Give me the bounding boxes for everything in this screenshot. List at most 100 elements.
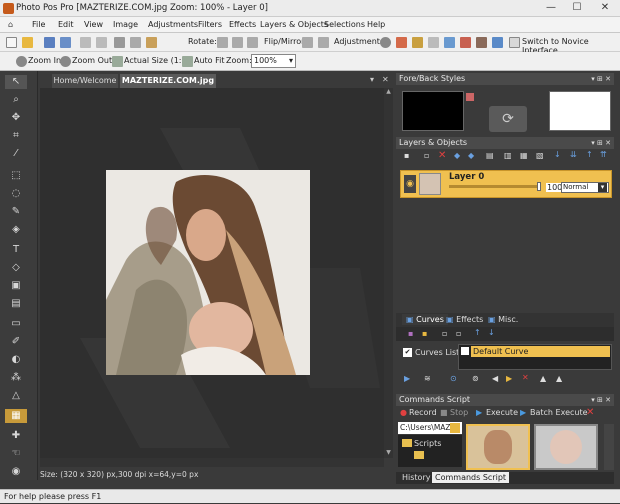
- auto-fit-button[interactable]: Auto Fit: [194, 56, 225, 65]
- gradient-tool-icon[interactable]: ▤: [5, 297, 27, 311]
- shape-tool-icon[interactable]: ◇: [5, 261, 27, 275]
- tab-curves[interactable]: ▣ Curves: [402, 314, 448, 325]
- zoom-out-button[interactable]: Zoom Out: [72, 56, 112, 65]
- layer-properties-icon[interactable]: ▤: [486, 151, 494, 160]
- sharpen-tool-icon[interactable]: △: [5, 389, 27, 403]
- curve-item[interactable]: Default Curve: [471, 346, 610, 357]
- heal-tool-icon[interactable]: ✚: [5, 429, 27, 443]
- hue-icon[interactable]: [460, 37, 471, 48]
- horizontal-scrollbar[interactable]: [40, 458, 384, 467]
- curve-down-icon[interactable]: ↓: [488, 328, 495, 337]
- menu-effects[interactable]: Effects: [229, 20, 256, 29]
- zoom-select[interactable]: 100% ▾: [251, 54, 296, 68]
- menu-filters[interactable]: Filters: [198, 20, 222, 29]
- menu-adjustments[interactable]: Adjustments: [148, 20, 198, 29]
- close-button[interactable]: ✕: [592, 1, 618, 15]
- copy-curve-icon[interactable]: ▫: [456, 329, 461, 338]
- menu-layers-objects[interactable]: Layers & Objects: [260, 20, 328, 29]
- color-picker-icon[interactable]: [466, 93, 474, 101]
- execute-button[interactable]: Execute: [486, 408, 518, 417]
- layer-down-icon[interactable]: ◆: [468, 151, 474, 160]
- curves-list[interactable]: Default Curve: [458, 344, 612, 370]
- actual-size-icon[interactable]: [112, 56, 123, 67]
- apply-curve-icon[interactable]: ▶: [404, 374, 410, 383]
- record-icon[interactable]: ●: [400, 408, 407, 417]
- panel-buttons-icon[interactable]: ▾ ⊞ ✕: [591, 137, 611, 149]
- redo-icon[interactable]: [96, 37, 107, 48]
- menu-help[interactable]: Help: [367, 20, 385, 29]
- script-thumbnail-1[interactable]: [466, 424, 530, 470]
- auto-icon[interactable]: [492, 37, 503, 48]
- pen-tool-icon[interactable]: ✎: [5, 205, 27, 219]
- cut-icon[interactable]: [114, 37, 125, 48]
- save-icon[interactable]: [44, 37, 55, 48]
- photo-icon[interactable]: [476, 37, 487, 48]
- scroll-down-icon[interactable]: ▼: [384, 449, 393, 458]
- merge-icon[interactable]: ▥: [504, 151, 512, 160]
- stamp-color-icon[interactable]: ▦: [5, 409, 27, 423]
- vertical-scrollbar[interactable]: ▲ ▼: [384, 88, 393, 458]
- move-down-icon[interactable]: ↓: [554, 150, 561, 159]
- save-curve-icon[interactable]: ▫: [442, 329, 447, 338]
- move-tool-icon[interactable]: ✥: [5, 111, 27, 125]
- foreground-color-swatch[interactable]: [402, 91, 464, 131]
- blend-mode-select[interactable]: Normal ▾: [561, 182, 609, 193]
- tab-misc[interactable]: ▣ Misc.: [488, 315, 518, 324]
- line-tool-icon[interactable]: ⁄: [5, 147, 27, 161]
- pointer-tool-icon[interactable]: ↖: [5, 75, 27, 89]
- curves-list-checkbox[interactable]: ✔: [403, 348, 412, 357]
- novice-icon[interactable]: [509, 37, 520, 48]
- layer-item[interactable]: ◉ Layer 0 100 Normal ▾: [400, 170, 612, 198]
- tab-effects[interactable]: ▣ Effects: [446, 315, 483, 324]
- color-balance-icon[interactable]: [412, 37, 423, 48]
- zoom-in-icon[interactable]: [16, 56, 27, 67]
- undo-icon[interactable]: [80, 37, 91, 48]
- curve-delete-icon[interactable]: ✕: [522, 373, 529, 382]
- panel-buttons-icon[interactable]: ▾ ⊞ ✕: [591, 73, 611, 85]
- flip-mirror-label[interactable]: Flip/Mirror: [264, 37, 304, 46]
- tab-pin-icon[interactable]: ▾: [370, 75, 374, 84]
- eye-icon[interactable]: ◉: [404, 175, 416, 193]
- record-button[interactable]: Record: [409, 408, 437, 417]
- curve-up-icon[interactable]: ↑: [474, 328, 481, 337]
- mask-icon[interactable]: ▧: [536, 151, 544, 160]
- drop-icon[interactable]: [428, 37, 439, 48]
- clear-commands-icon[interactable]: ✕: [586, 407, 594, 418]
- background-color-swatch[interactable]: [549, 91, 611, 131]
- rotate-left-icon[interactable]: [217, 37, 228, 48]
- browse-folder-icon[interactable]: [450, 423, 460, 433]
- swap-colors-icon[interactable]: ⟳: [489, 106, 527, 132]
- eraser-tool-icon[interactable]: ▭: [5, 317, 27, 331]
- zoom-out-icon[interactable]: [60, 56, 71, 67]
- stamp-tool-icon[interactable]: ▣: [5, 279, 27, 293]
- rotate-free-icon[interactable]: [247, 37, 258, 48]
- color-tool-icon[interactable]: [5, 361, 27, 375]
- layer-up-icon[interactable]: ◆: [454, 151, 460, 160]
- opacity-slider[interactable]: [449, 185, 541, 188]
- duplicate-layer-icon[interactable]: ▫: [424, 151, 429, 160]
- menu-file[interactable]: File: [32, 20, 45, 29]
- auto-fit-icon[interactable]: [182, 56, 193, 67]
- stop-icon[interactable]: ■: [440, 408, 448, 417]
- minimize-button[interactable]: —: [538, 1, 564, 15]
- flip-icon[interactable]: [302, 37, 313, 48]
- lasso-tool-icon[interactable]: ◌: [5, 187, 27, 201]
- mirror-icon[interactable]: [318, 37, 329, 48]
- tab-home-welcome[interactable]: Home/Welcome: [52, 74, 118, 88]
- photo-layer[interactable]: [106, 170, 310, 375]
- zoom-in-button[interactable]: Zoom In: [28, 56, 61, 65]
- tab-close-icon[interactable]: ✕: [382, 75, 389, 84]
- curve-point-icon[interactable]: ⊙: [450, 374, 457, 383]
- open-curve-icon[interactable]: ▪: [422, 329, 427, 338]
- maximize-button[interactable]: ☐: [564, 1, 590, 15]
- subfolder-icon[interactable]: [414, 451, 424, 459]
- curve-flip-icon[interactable]: ▲: [556, 374, 562, 383]
- menu-view[interactable]: View: [84, 20, 103, 29]
- scroll-up-icon[interactable]: ▲: [384, 88, 393, 97]
- opacity-slider-thumb[interactable]: [537, 182, 541, 191]
- fill-tool-icon[interactable]: ◈: [5, 223, 27, 237]
- batch-execute-icon[interactable]: ▶: [520, 408, 526, 417]
- thumbnails-scrollbar[interactable]: [604, 424, 614, 470]
- brightness-icon[interactable]: [380, 37, 391, 48]
- script-thumbnail-2[interactable]: [534, 424, 598, 470]
